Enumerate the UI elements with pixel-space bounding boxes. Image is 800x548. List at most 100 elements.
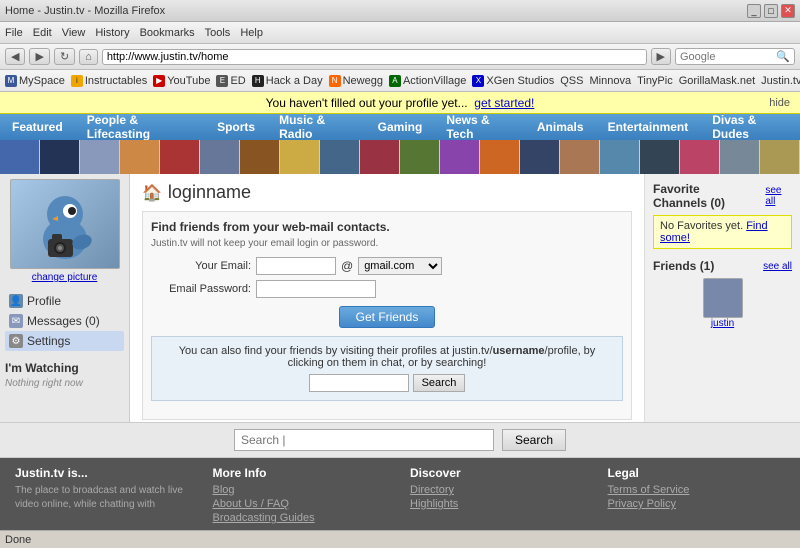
forward-button[interactable]: ▶ — [29, 48, 49, 65]
thumb-15[interactable] — [560, 140, 600, 174]
menu-help[interactable]: Help — [240, 27, 263, 39]
thumb-3[interactable] — [80, 140, 120, 174]
thumb-9[interactable] — [320, 140, 360, 174]
favorites-see-all[interactable]: see all — [765, 185, 792, 207]
footer-about-title: Justin.tv is... — [15, 466, 193, 480]
left-sidebar: change picture 👤 Profile ✉ Messages (0) … — [0, 174, 130, 422]
at-sign: @ — [341, 259, 353, 273]
friends-title: Friends (1) — [653, 259, 714, 273]
nav-featured[interactable]: Featured — [0, 116, 75, 138]
bookmark-instructables[interactable]: iInstructables — [71, 75, 147, 87]
bookmark-actionvillage[interactable]: AActionVillage — [389, 75, 466, 87]
thumb-8[interactable] — [280, 140, 320, 174]
notification-bar: You haven't filled out your profile yet.… — [0, 92, 800, 114]
bookmark-myspace[interactable]: MMySpace — [5, 75, 65, 87]
menu-items: File Edit View History Bookmarks Tools H… — [5, 27, 263, 39]
footer-more-info-title: More Info — [213, 466, 391, 480]
site-nav: Featured People & Lifecasting Sports Mus… — [0, 114, 800, 140]
nav-sports[interactable]: Sports — [205, 116, 267, 138]
thumb-12[interactable] — [440, 140, 480, 174]
friend-search-button[interactable]: Search — [413, 374, 466, 392]
thumb-17[interactable] — [640, 140, 680, 174]
change-picture-link[interactable]: change picture — [5, 272, 124, 283]
bottom-search-button[interactable]: Search — [502, 429, 566, 451]
close-button[interactable]: ✕ — [781, 4, 795, 18]
nav-entertainment[interactable]: Entertainment — [596, 116, 701, 138]
menu-view[interactable]: View — [62, 27, 86, 39]
bookmark-gorillamask[interactable]: GorillaMask.net — [679, 75, 755, 87]
friend-search-input[interactable] — [309, 374, 409, 392]
browser-search-box[interactable]: 🔍 — [675, 48, 795, 65]
bookmark-tinypic[interactable]: TinyPic — [637, 75, 673, 87]
thumb-7[interactable] — [240, 140, 280, 174]
profile-icon: 👤 — [9, 294, 23, 308]
password-row: Email Password: — [151, 280, 623, 298]
minimize-button[interactable]: _ — [747, 4, 761, 18]
footer-directory-link[interactable]: Directory — [410, 484, 588, 496]
sidebar-menu: 👤 Profile ✉ Messages (0) ⚙ Settings — [5, 291, 124, 351]
sidebar-item-messages[interactable]: ✉ Messages (0) — [5, 311, 124, 331]
thumb-2[interactable] — [40, 140, 80, 174]
thumb-5[interactable] — [160, 140, 200, 174]
hide-notification-button[interactable]: hide — [769, 97, 790, 109]
bookmark-ed[interactable]: EED — [216, 75, 245, 87]
thumb-10[interactable] — [360, 140, 400, 174]
thumb-13[interactable] — [480, 140, 520, 174]
get-friends-button[interactable]: Get Friends — [339, 306, 436, 328]
watching-title: I'm Watching — [5, 361, 124, 375]
thumb-14[interactable] — [520, 140, 560, 174]
menu-file[interactable]: File — [5, 27, 23, 39]
bookmark-xgen[interactable]: XXGen Studios — [472, 75, 554, 87]
reload-button[interactable]: ↻ — [54, 48, 75, 65]
nav-gaming[interactable]: Gaming — [366, 116, 435, 138]
back-button[interactable]: ◀ — [5, 48, 25, 65]
url-input[interactable] — [107, 51, 642, 63]
thumb-18[interactable] — [680, 140, 720, 174]
thumb-4[interactable] — [120, 140, 160, 174]
bottom-search-input[interactable] — [234, 429, 494, 451]
thumb-1[interactable] — [0, 140, 40, 174]
bookmark-minnova[interactable]: Minnova — [589, 75, 631, 87]
menu-edit[interactable]: Edit — [33, 27, 52, 39]
friends-see-all[interactable]: see all — [763, 261, 792, 272]
menu-bookmarks[interactable]: Bookmarks — [140, 27, 195, 39]
bookmark-qss[interactable]: QSS — [560, 75, 583, 87]
thumb-11[interactable] — [400, 140, 440, 174]
thumb-20[interactable] — [760, 140, 800, 174]
bookmark-newegg[interactable]: NNewegg — [329, 75, 383, 87]
menu-history[interactable]: History — [95, 27, 129, 39]
sidebar-item-profile[interactable]: 👤 Profile — [5, 291, 124, 311]
friend-name-justin[interactable]: justin — [711, 318, 734, 329]
bookmark-justintv[interactable]: Justin.tv — [761, 75, 800, 87]
messages-icon: ✉ — [9, 314, 23, 328]
thumb-16[interactable] — [600, 140, 640, 174]
address-bar[interactable] — [102, 49, 647, 65]
right-sidebar: Favorite Channels (0) see all No Favorit… — [645, 174, 800, 422]
sidebar-item-settings[interactable]: ⚙ Settings — [5, 331, 124, 351]
main-content: change picture 👤 Profile ✉ Messages (0) … — [0, 174, 800, 422]
footer-about: Justin.tv is... The place to broadcast a… — [15, 466, 193, 522]
nav-animals[interactable]: Animals — [525, 116, 596, 138]
thumb-6[interactable] — [200, 140, 240, 174]
friend-item-justin[interactable]: justin — [653, 278, 792, 329]
email-domain-select[interactable]: gmail.com yahoo.com hotmail.com aol.com — [358, 257, 442, 275]
email-input[interactable] — [256, 257, 336, 275]
menu-tools[interactable]: Tools — [205, 27, 231, 39]
watching-empty: Nothing right now — [5, 378, 124, 389]
thumb-19[interactable] — [720, 140, 760, 174]
home-button[interactable]: ⌂ — [79, 49, 98, 65]
go-button[interactable]: ▶ — [651, 48, 671, 65]
browser-search-input[interactable] — [680, 51, 776, 63]
bookmark-hackaday[interactable]: HHack a Day — [252, 75, 323, 87]
bookmarks-bar: MMySpace iInstructables ▶YouTube EED HHa… — [0, 70, 800, 92]
friend-avatar-justin — [703, 278, 743, 318]
find-friends-note: Justin.tv will not keep your email login… — [151, 238, 623, 249]
bookmark-youtube[interactable]: ▶YouTube — [153, 75, 210, 87]
footer-blog-link[interactable]: Blog — [213, 484, 391, 496]
footer-guides-link[interactable]: Broadcasting Guides — [213, 512, 391, 524]
maximize-button[interactable]: □ — [764, 4, 778, 18]
email-password-input[interactable] — [256, 280, 376, 298]
thumbnails-row — [0, 140, 800, 174]
footer-tos-link[interactable]: Terms of Service — [608, 484, 786, 496]
get-started-link[interactable]: get started! — [474, 96, 534, 110]
